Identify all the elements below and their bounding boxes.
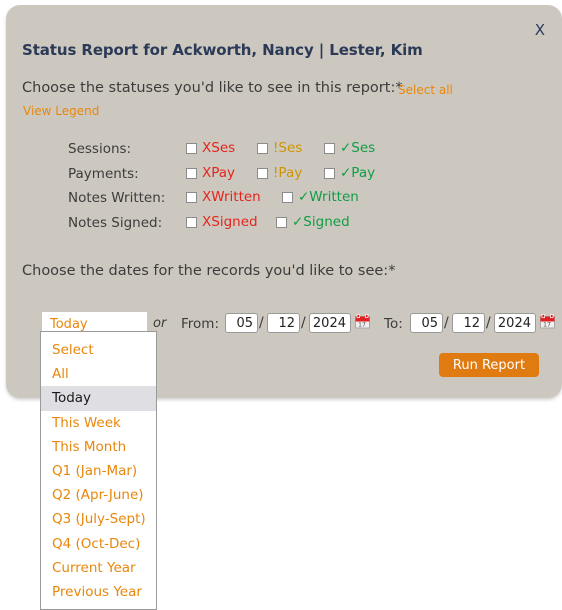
status-checkbox[interactable]: XSigned [186, 213, 258, 230]
from-label: From: [181, 316, 219, 332]
from-month-input[interactable]: 05 [225, 313, 258, 333]
checkbox-box-icon[interactable] [324, 143, 335, 155]
status-checkbox[interactable]: ✓Written [282, 189, 359, 205]
to-calendar-icon[interactable]: 17 [540, 314, 555, 329]
dropdown-option[interactable]: Q2 (Apr-June) [41, 483, 156, 507]
page-title: Status Report for Ackworth, Nancy | Lest… [22, 41, 423, 59]
status-checkbox-label: XPay [202, 164, 236, 181]
status-checkbox-label: XSigned [202, 213, 258, 230]
checkbox-box-icon[interactable] [257, 143, 268, 155]
status-row: Payments: XPay !Pay ✓Pay [6, 166, 562, 191]
run-report-button[interactable]: Run Report [439, 353, 539, 377]
checkbox-box-icon[interactable] [186, 216, 197, 228]
from-calendar-icon[interactable]: 17 [355, 314, 370, 329]
status-row: Notes Written: XWritten ✓Written [6, 190, 562, 215]
status-checkbox-label: ✓Written [298, 189, 359, 205]
dropdown-option[interactable]: Q3 (July-Sept) [41, 507, 156, 531]
to-year-input[interactable]: 2024 [494, 313, 536, 333]
checkbox-box-icon[interactable] [186, 192, 197, 204]
dropdown-option[interactable]: All [41, 362, 156, 386]
from-slash-2: / [301, 315, 306, 331]
view-legend-link[interactable]: View Legend [23, 104, 99, 118]
status-checkbox[interactable]: XWritten [186, 189, 261, 205]
dropdown-option[interactable]: This Week [41, 411, 156, 435]
from-slash-1: / [259, 315, 264, 331]
status-checkbox[interactable]: !Ses [257, 140, 303, 156]
from-day-input[interactable]: 12 [267, 313, 300, 333]
status-checkbox[interactable]: ✓Signed [276, 213, 350, 230]
status-checkbox-label: XSes [202, 140, 236, 156]
status-row: Sessions: XSes !Ses ✓Ses [6, 141, 562, 166]
status-checkbox-label: ✓Signed [292, 213, 350, 230]
checkbox-box-icon[interactable] [324, 167, 335, 179]
select-all-link[interactable]: Select all [398, 83, 453, 97]
status-row: Notes Signed: XSigned ✓Signed [6, 215, 562, 240]
dropdown-option[interactable]: Q1 (Jan-Mar) [41, 459, 156, 483]
from-year-input[interactable]: 2024 [309, 313, 351, 333]
status-checkbox-label: ✓Pay [340, 164, 376, 181]
statuses-prompt-label: Choose the statuses you'd like to see in… [22, 80, 403, 96]
dropdown-option[interactable]: Today [41, 386, 156, 411]
checkbox-box-icon[interactable] [186, 167, 197, 179]
status-checkbox-label: ✓Ses [340, 140, 376, 156]
dropdown-option[interactable]: Current Year [41, 556, 156, 580]
status-row-label: Notes Signed: [68, 214, 163, 231]
svg-text:17: 17 [543, 321, 551, 328]
to-label: To: [384, 316, 403, 332]
to-slash-2: / [486, 315, 491, 331]
checkbox-box-icon[interactable] [257, 167, 268, 179]
close-icon[interactable]: X [535, 23, 545, 38]
to-month-input[interactable]: 05 [410, 313, 443, 333]
dropdown-option[interactable]: This Month [41, 435, 156, 459]
checkbox-box-icon[interactable] [276, 216, 287, 228]
status-checkbox[interactable]: ✓Ses [324, 140, 376, 156]
dates-prompt-label: Choose the dates for the records you'd l… [22, 263, 396, 279]
dropdown-option[interactable]: Previous Year [41, 580, 156, 604]
status-row-label: Payments: [68, 165, 139, 182]
dropdown-option[interactable]: Q4 (Oct-Dec) [41, 532, 156, 556]
checkbox-box-icon[interactable] [186, 143, 197, 155]
status-checkbox[interactable]: ✓Pay [324, 164, 376, 181]
status-row-label: Notes Written: [68, 190, 166, 206]
to-slash-1: / [444, 315, 449, 331]
dropdown-option[interactable]: Select [41, 338, 156, 362]
status-checkbox-label: !Pay [273, 164, 303, 181]
or-label: or [153, 316, 167, 331]
status-row-label: Sessions: [68, 141, 132, 157]
status-checkbox-label: XWritten [202, 189, 261, 205]
status-checkbox-label: !Ses [273, 140, 303, 156]
to-day-input[interactable]: 12 [452, 313, 485, 333]
status-checkbox[interactable]: XPay [186, 164, 236, 181]
page-root: X Status Report for Ackworth, Nancy | Le… [0, 0, 562, 610]
date-preset-dropdown-list[interactable]: Select All Today This Week This Month Q1 (Jan… [40, 331, 157, 610]
checkbox-box-icon[interactable] [282, 192, 293, 204]
status-checkbox[interactable]: XSes [186, 140, 236, 156]
status-checkbox-group: Sessions: XSes !Ses ✓Ses Payments: XPay !Pay ✓P… [6, 141, 562, 239]
svg-text:17: 17 [358, 321, 366, 328]
status-checkbox[interactable]: !Pay [257, 164, 303, 181]
